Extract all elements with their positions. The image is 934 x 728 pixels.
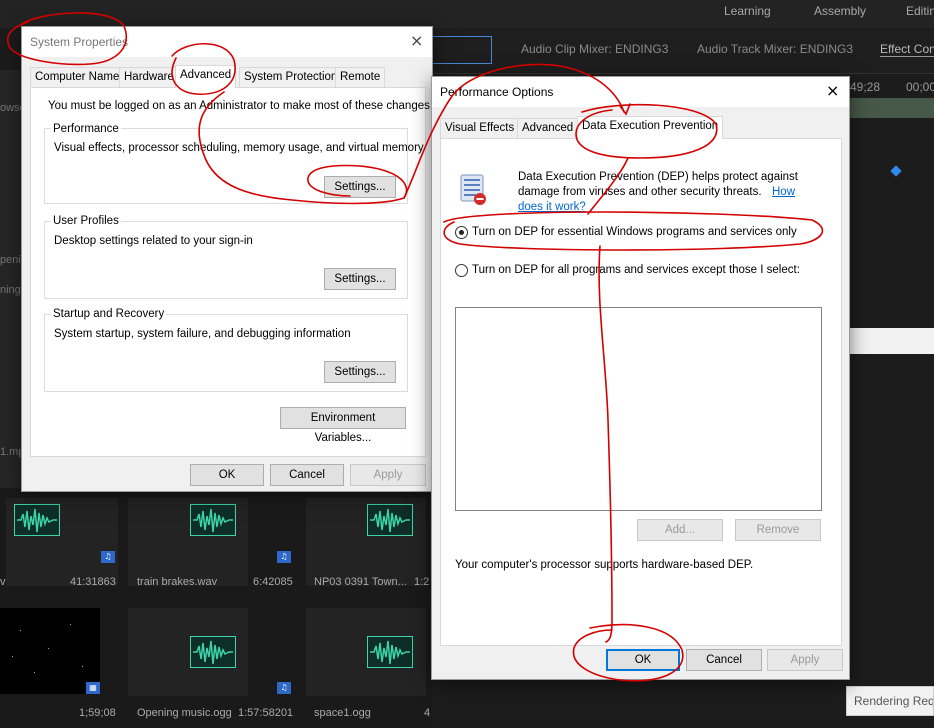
close-icon[interactable]: × [826, 81, 839, 100]
startup-recovery-group-title: Startup and Recovery [51, 308, 167, 320]
how-does-it-work-link[interactable]: How [772, 186, 795, 198]
user-profiles-group-title: User Profiles [51, 215, 121, 227]
apply-button[interactable]: Apply [767, 649, 843, 671]
timeline-timecode: 49;28 [850, 80, 881, 94]
media-item-duration: 1:2 [414, 576, 430, 588]
media-item-duration: 6:42085 [253, 576, 293, 588]
rendering-requests-panel[interactable]: Rendering Requ [846, 686, 934, 716]
startup-recovery-description: System startup, system failure, and debu… [54, 328, 351, 340]
window-title: System Properties [30, 35, 129, 49]
audio-clip-badge-icon: ♫ [277, 551, 291, 563]
dep-tab-page: Data Execution Prevention (DEP) helps pr… [440, 138, 842, 646]
audio-waveform-icon [190, 636, 236, 668]
performance-settings-button[interactable]: Settings... [324, 176, 396, 198]
video-clip-badge-icon: ▦ [86, 682, 100, 694]
media-thumbnail[interactable] [0, 608, 100, 694]
media-item-name: NP03 0391 Town... [314, 576, 407, 588]
ok-button[interactable]: OK [606, 649, 680, 671]
performance-group-title: Performance [51, 123, 121, 135]
remove-button[interactable]: Remove [735, 519, 821, 541]
dep-exception-list[interactable] [455, 307, 822, 511]
cancel-button[interactable]: Cancel [686, 649, 762, 671]
workspace-tab-assembly[interactable]: Assembly [814, 4, 866, 18]
media-item-duration: 4 [424, 707, 431, 719]
media-item-name: v [0, 576, 6, 588]
title-bar[interactable]: Performance Options × [432, 77, 849, 107]
tab-remote[interactable]: Remote [335, 67, 386, 87]
close-icon[interactable]: × [410, 31, 423, 50]
dep-support-note: Your computer's processor supports hardw… [455, 559, 754, 571]
audio-waveform-icon [14, 504, 60, 536]
dep-shield-icon [460, 174, 486, 205]
left-strip-text: ning [0, 284, 21, 296]
dep-all-programs-radio[interactable] [455, 264, 468, 277]
add-button[interactable]: Add... [637, 519, 723, 541]
workspace-bar [0, 0, 934, 28]
dep-essential-only-label[interactable]: Turn on DEP for essential Windows progra… [472, 226, 797, 238]
tab-visual-effects[interactable]: Visual Effects [440, 118, 520, 138]
panel-tab-bar [432, 28, 934, 74]
workspace-tab-editing[interactable]: Editin [906, 4, 934, 18]
performance-options-dialog: Performance Options × Visual Effects Adv… [431, 76, 850, 680]
tab-computer-name[interactable]: Computer Name [30, 67, 125, 87]
audio-waveform-icon [190, 504, 236, 536]
media-item-name: train brakes.wav [137, 576, 218, 588]
media-item-name: space1.ogg [314, 707, 371, 719]
admin-note: You must be logged on as an Administrato… [48, 100, 434, 112]
system-properties-dialog: System Properties × Computer Name Hardwa… [21, 26, 433, 492]
cancel-button[interactable]: Cancel [270, 464, 344, 486]
environment-variables-button[interactable]: Environment Variables... [280, 407, 406, 444]
apply-button[interactable]: Apply [350, 464, 426, 486]
tab-audio-track-mixer[interactable]: Audio Track Mixer: ENDING3 [697, 42, 853, 56]
tab-advanced[interactable]: Advanced [517, 118, 579, 138]
media-item-duration: 1:57:58201 [238, 707, 294, 719]
how-does-it-work-link-continued[interactable]: does it work? [518, 201, 586, 213]
ok-button[interactable]: OK [190, 464, 264, 486]
user-profiles-settings-button[interactable]: Settings... [324, 268, 396, 290]
startup-recovery-settings-button[interactable]: Settings... [324, 361, 396, 383]
performance-description: Visual effects, processor scheduling, me… [54, 142, 424, 154]
media-item-duration: 1;59;08 [79, 707, 116, 719]
audio-waveform-icon [367, 504, 413, 536]
tab-advanced[interactable]: Advanced [175, 65, 237, 88]
panel-strip [850, 328, 934, 354]
media-item-name: Opening music.ogg [137, 707, 232, 719]
timeline-timecode-2: 00;00 [906, 80, 934, 94]
advanced-tab-page: You must be logged on as an Administrato… [30, 87, 433, 457]
tab-audio-clip-mixer[interactable]: Audio Clip Mixer: ENDING3 [521, 42, 668, 56]
workspace-tab-learning[interactable]: Learning [724, 4, 771, 18]
title-bar[interactable]: System Properties × [22, 27, 432, 57]
dep-description-line2: damage from viruses and other security t… [518, 186, 762, 198]
dep-description-line1: Data Execution Prevention (DEP) helps pr… [518, 171, 798, 183]
audio-clip-badge-icon: ♫ [101, 551, 115, 563]
project-panel-edge: owse peni ning 1.mp4 [0, 70, 31, 500]
keyframe-diamond-icon[interactable] [890, 165, 902, 177]
window-title: Performance Options [440, 85, 554, 99]
tab-hardware[interactable]: Hardware [119, 67, 179, 87]
dep-essential-only-radio[interactable] [455, 226, 468, 239]
tab-effect-controls[interactable]: Effect Conti [880, 42, 934, 57]
tab-data-execution-prevention[interactable]: Data Execution Prevention [577, 116, 724, 139]
audio-waveform-icon [367, 636, 413, 668]
timeline-clip-bar[interactable] [850, 98, 934, 118]
dep-all-programs-label[interactable]: Turn on DEP for all programs and service… [472, 264, 800, 276]
left-strip-text: peni [0, 254, 21, 266]
media-item-duration: 41:31863 [70, 576, 116, 588]
audio-clip-badge-icon: ♫ [277, 682, 291, 694]
tab-system-protection[interactable]: System Protection [239, 67, 343, 87]
user-profiles-description: Desktop settings related to your sign-in [54, 235, 253, 247]
